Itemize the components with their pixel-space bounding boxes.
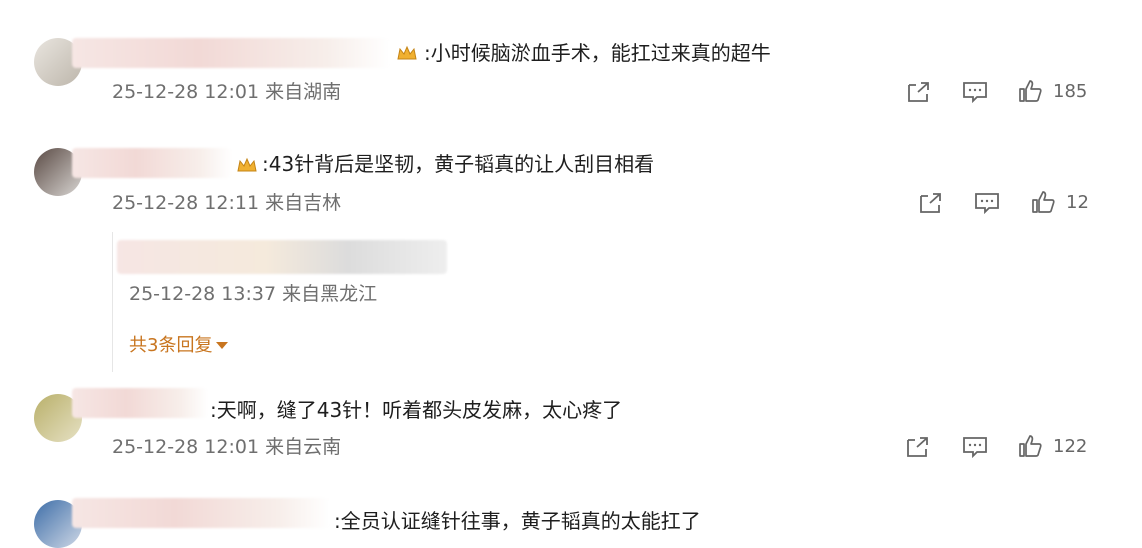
share-icon — [908, 82, 929, 102]
comment-text: :全员认证缝针往事，黄子韬真的太能扛了 — [334, 509, 701, 533]
username-redacted — [72, 38, 390, 68]
thumbs-up-icon — [1019, 435, 1042, 457]
comment-icon — [975, 193, 999, 215]
crown-badge-icon — [237, 157, 257, 172]
share-button[interactable] — [918, 191, 944, 215]
comment-button[interactable] — [961, 80, 989, 104]
caret-down-icon — [216, 342, 229, 349]
comment-text: :43针背后是坚韧，黄子韬真的让人刮目相看 — [262, 152, 655, 176]
comment-text: :天啊，缝了43针！听着都头皮发麻，太心疼了 — [210, 398, 623, 422]
comment-button[interactable] — [961, 435, 989, 459]
username-redacted — [72, 388, 208, 418]
like-count: 185 — [1053, 80, 1088, 102]
comment-meta: 25-12-28 12:01 来自云南 — [112, 436, 342, 458]
comment-meta: 25-12-28 12:11 来自吉林 — [112, 192, 342, 214]
reply-meta: 25-12-28 13:37 来自黑龙江 — [129, 283, 378, 305]
like-button[interactable]: 122 — [1017, 434, 1087, 458]
comment-icon — [963, 437, 987, 459]
like-button[interactable]: 185 — [1017, 79, 1087, 103]
share-icon — [920, 193, 941, 213]
thumbs-up-icon — [1019, 80, 1042, 102]
share-icon — [907, 437, 928, 457]
reply-content-redacted — [117, 240, 447, 274]
like-button[interactable]: 12 — [1030, 190, 1089, 214]
show-more-replies-link[interactable]: 共3条回复 — [129, 331, 229, 357]
username-redacted — [72, 498, 330, 528]
like-count: 12 — [1066, 191, 1089, 213]
comment-icon — [963, 82, 987, 104]
like-count: 122 — [1053, 435, 1088, 457]
show-more-label: 共3条回复 — [129, 335, 213, 356]
thumbs-up-icon — [1032, 191, 1055, 213]
comment-button[interactable] — [973, 191, 1001, 215]
share-button[interactable] — [906, 80, 932, 104]
crown-badge-icon — [397, 45, 417, 60]
username-redacted — [72, 148, 232, 178]
share-button[interactable] — [905, 435, 931, 459]
comment-text: :小时候脑淤血手术，能扛过来真的超牛 — [424, 41, 771, 65]
comment-meta: 25-12-28 12:01 来自湖南 — [112, 81, 342, 103]
reply-section: 25-12-28 13:37 来自黑龙江 共3条回复 — [112, 232, 1098, 372]
